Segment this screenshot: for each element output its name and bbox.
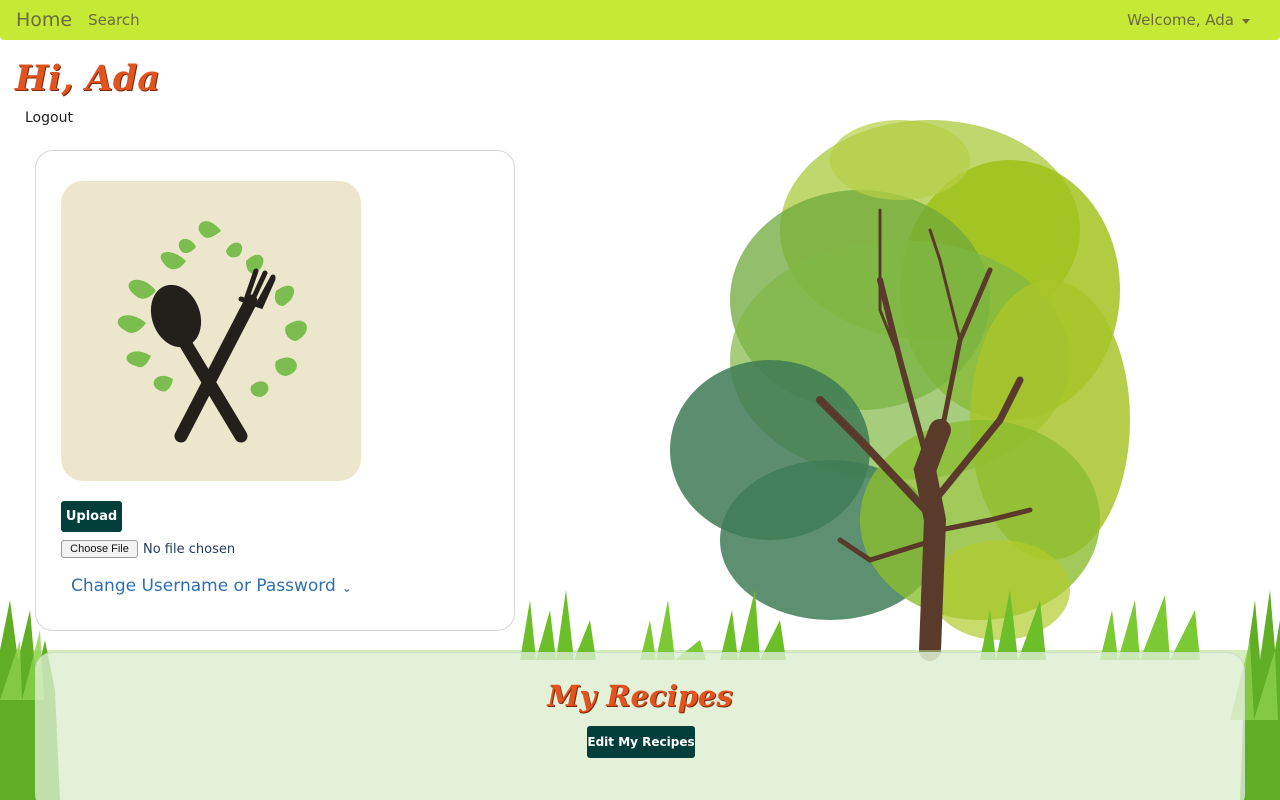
top-navbar: Home Search Welcome, Ada bbox=[0, 0, 1280, 40]
change-credentials-label: Change Username or Password bbox=[71, 576, 336, 596]
chevron-down-icon: ⌄ bbox=[341, 581, 352, 595]
nav-home-link[interactable]: Home bbox=[16, 9, 72, 31]
choose-file-button[interactable]: Choose File bbox=[61, 540, 138, 558]
profile-card: Upload Choose File No file chosen Change… bbox=[35, 150, 515, 631]
nav-search-link[interactable]: Search bbox=[88, 11, 140, 29]
edit-recipes-button[interactable]: Edit My Recipes bbox=[587, 726, 695, 758]
upload-button[interactable]: Upload bbox=[61, 501, 122, 532]
logout-link[interactable]: Logout bbox=[25, 110, 73, 126]
caret-down-icon bbox=[1242, 18, 1250, 24]
avatar bbox=[61, 181, 361, 481]
tree-illustration bbox=[670, 120, 1130, 661]
recipes-heading: My Recipes bbox=[547, 679, 733, 713]
file-status-text: No file chosen bbox=[143, 541, 236, 557]
change-credentials-toggle[interactable]: Change Username or Password ⌄ bbox=[71, 576, 352, 596]
file-input: Choose File No file chosen bbox=[61, 540, 235, 558]
welcome-label: Welcome, Ada bbox=[1127, 11, 1234, 29]
recipes-panel: My Recipes Edit My Recipes bbox=[35, 652, 1245, 800]
user-menu-dropdown[interactable]: Welcome, Ada bbox=[1127, 11, 1264, 29]
spoon-fork-leaves-icon bbox=[117, 221, 307, 443]
page-title: Hi, Ada bbox=[15, 58, 161, 99]
